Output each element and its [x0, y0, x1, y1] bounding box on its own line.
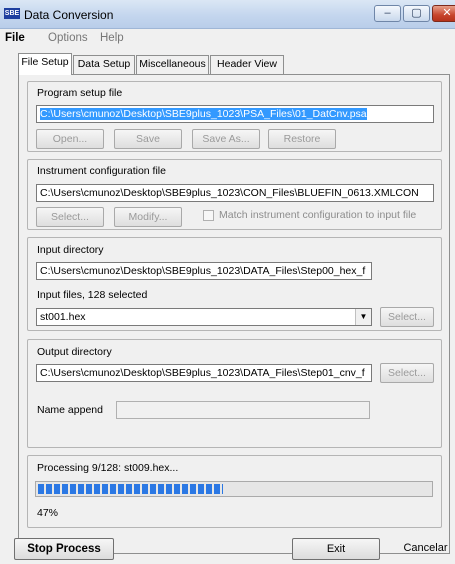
- output-directory-label: Output directory: [37, 346, 112, 358]
- modify-config-button[interactable]: Modify...: [114, 207, 182, 227]
- stop-process-button[interactable]: Stop Process: [14, 538, 114, 560]
- match-config-label: Match instrument configuration to input …: [219, 209, 417, 221]
- menu-options[interactable]: Options: [48, 32, 88, 44]
- window-title: Data Conversion: [24, 8, 114, 22]
- open-button[interactable]: Open...: [36, 129, 104, 149]
- save-button[interactable]: Save: [114, 129, 182, 149]
- tab-file-setup[interactable]: File Setup: [18, 53, 72, 75]
- cancel-button[interactable]: Cancelar: [388, 538, 455, 560]
- name-append-label: Name append: [37, 404, 103, 416]
- instrument-config-group: Instrument configuration file C:\Users\c…: [27, 159, 442, 230]
- menu-help[interactable]: Help: [100, 32, 124, 44]
- chevron-down-icon[interactable]: ▼: [355, 309, 371, 325]
- close-icon: ✕: [442, 7, 452, 19]
- minimize-icon: ‒: [384, 7, 391, 19]
- close-button[interactable]: ✕: [432, 5, 455, 22]
- app-icon: SBE: [4, 8, 20, 19]
- name-append-field[interactable]: [116, 401, 370, 419]
- progress-percent: 47%: [37, 507, 59, 519]
- processing-status: Processing 9/128: st009.hex...: [37, 462, 179, 474]
- tab-header-view[interactable]: Header View: [210, 55, 284, 74]
- minimize-button[interactable]: ‒: [374, 5, 401, 22]
- exit-button[interactable]: Exit: [292, 538, 380, 560]
- match-config-checkbox[interactable]: [203, 210, 214, 221]
- title-bar: SBE Data Conversion ‒ ▢ ✕: [0, 0, 455, 29]
- input-directory-label: Input directory: [37, 244, 104, 256]
- menu-file[interactable]: File: [5, 32, 25, 44]
- restore-button[interactable]: Restore: [268, 129, 336, 149]
- menu-bar: File Options Help: [0, 29, 455, 49]
- instrument-config-path-field[interactable]: C:\Users\cmunoz\Desktop\SBE9plus_1023\CO…: [36, 184, 434, 202]
- maximize-button[interactable]: ▢: [403, 5, 430, 22]
- input-file-value: st001.hex: [40, 311, 86, 323]
- output-directory-field[interactable]: C:\Users\cmunoz\Desktop\SBE9plus_1023\DA…: [36, 364, 372, 382]
- tab-miscellaneous[interactable]: Miscellaneous: [136, 55, 209, 74]
- save-as-button[interactable]: Save As...: [192, 129, 260, 149]
- select-output-dir-button[interactable]: Select...: [380, 363, 434, 383]
- output-group: Output directory C:\Users\cmunoz\Desktop…: [27, 339, 442, 448]
- input-files-dropdown[interactable]: st001.hex ▼: [36, 308, 372, 326]
- program-setup-path-text: C:\Users\cmunoz\Desktop\SBE9plus_1023\PS…: [40, 108, 367, 120]
- program-setup-label: Program setup file: [37, 87, 123, 99]
- program-setup-path-field[interactable]: C:\Users\cmunoz\Desktop\SBE9plus_1023\PS…: [36, 105, 434, 123]
- progress-bar: [35, 481, 433, 497]
- tab-data-setup[interactable]: Data Setup: [73, 55, 135, 74]
- input-group: Input directory C:\Users\cmunoz\Desktop\…: [27, 237, 442, 331]
- input-files-label: Input files, 128 selected: [37, 289, 148, 301]
- program-setup-group: Program setup file C:\Users\cmunoz\Deskt…: [27, 81, 442, 152]
- progress-fill: [38, 484, 223, 494]
- select-input-files-button[interactable]: Select...: [380, 307, 434, 327]
- input-directory-field[interactable]: C:\Users\cmunoz\Desktop\SBE9plus_1023\DA…: [36, 262, 372, 280]
- instrument-config-label: Instrument configuration file: [37, 165, 166, 177]
- maximize-icon: ▢: [411, 7, 422, 19]
- select-config-button[interactable]: Select...: [36, 207, 104, 227]
